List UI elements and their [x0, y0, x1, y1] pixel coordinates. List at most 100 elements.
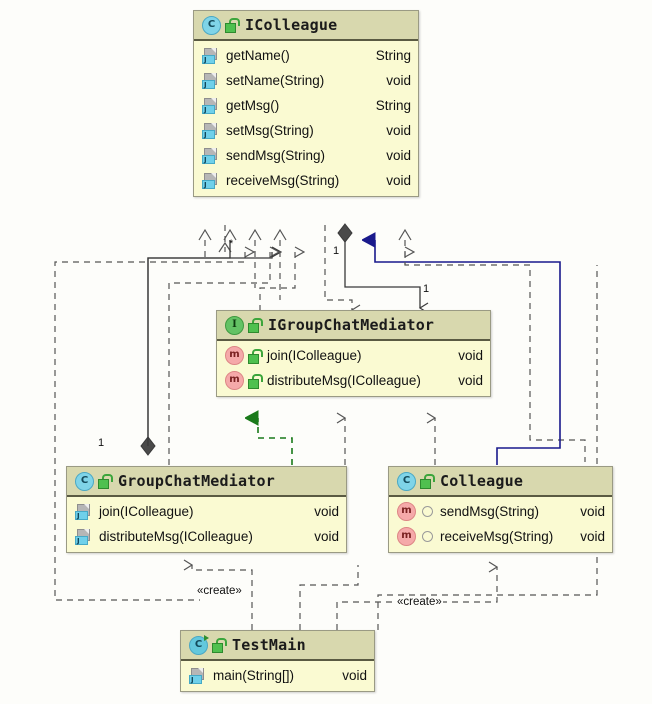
edge-dependency-center-down: [324, 225, 361, 316]
member-name: main(String[]): [213, 668, 295, 683]
member-type: void: [314, 504, 339, 519]
edge-aggregation-icolleague-mediator: [337, 223, 429, 314]
runnable-class-icon: C: [189, 634, 209, 655]
edge-create-groupchatmediator: [183, 559, 253, 630]
java-abstract-method-icon: J: [75, 528, 92, 545]
member-row[interactable]: m join(IColleague) void: [217, 343, 490, 368]
class-box-igroupchatmediator[interactable]: I IGroupChatMediator m join(IColleague) …: [216, 310, 491, 397]
interface-icon: I: [225, 315, 244, 335]
member-name: sendMsg(String): [440, 504, 540, 519]
unlocked-padlock-icon: [248, 318, 263, 333]
java-abstract-method-icon: J: [75, 503, 92, 520]
member-row[interactable]: J main(String[]) void: [181, 663, 374, 688]
stereotype-label-create-right: «create»: [396, 596, 443, 608]
java-abstract-method-icon: J: [202, 172, 219, 189]
member-type: void: [386, 173, 411, 188]
member-row[interactable]: J sendMsg(String) void: [194, 143, 418, 168]
edge-realization-groupchatmediator: [258, 418, 293, 465]
class-title-testmain: TestMain: [232, 636, 306, 654]
method-icon: m: [397, 502, 416, 521]
member-row[interactable]: m distributeMsg(IColleague) void: [217, 368, 490, 393]
member-type: void: [386, 73, 411, 88]
java-abstract-method-icon: J: [189, 667, 206, 684]
member-type: void: [314, 529, 339, 544]
member-row[interactable]: J setName(String) void: [194, 68, 418, 93]
member-name: getMsg(): [226, 98, 280, 113]
uml-diagram-canvas: C IColleague J getName() String J setNam…: [0, 0, 652, 704]
unlocked-padlock-icon: [98, 474, 113, 489]
java-abstract-method-icon: J: [202, 47, 219, 64]
class-icon: C: [202, 15, 221, 35]
multiplicity-label-mediator: 1: [423, 283, 430, 295]
method-icon: m: [397, 527, 416, 546]
class-title-igroupchatmediator: IGroupChatMediator: [268, 316, 435, 334]
member-name: join(IColleague): [99, 504, 194, 519]
member-name: distributeMsg(IColleague): [99, 529, 253, 544]
member-name: sendMsg(String): [226, 148, 326, 163]
member-type: void: [342, 668, 367, 683]
class-members-colleague: m sendMsg(String) void m receiveMsg(Stri…: [389, 497, 612, 552]
member-row[interactable]: J receiveMsg(String) void: [194, 168, 418, 193]
method-icon: m: [225, 371, 244, 390]
stereotype-label-create-left: «create»: [196, 585, 243, 597]
member-row[interactable]: J setMsg(String) void: [194, 118, 418, 143]
member-type: void: [458, 373, 483, 388]
class-members-icolleague: J getName() String J setName(String) voi…: [194, 41, 418, 196]
member-name: setMsg(String): [226, 123, 314, 138]
member-type: void: [386, 148, 411, 163]
member-type: void: [580, 529, 605, 544]
member-row[interactable]: m sendMsg(String) void: [389, 499, 612, 524]
member-row[interactable]: J join(IColleague) void: [67, 499, 346, 524]
unlocked-padlock-icon: [212, 638, 227, 653]
class-members-groupchatmediator: J join(IColleague) void J distributeMsg(…: [67, 497, 346, 552]
class-icon: C: [397, 471, 416, 491]
class-header-testmain: C TestMain: [181, 631, 374, 661]
multiplicity-label-star: *: [229, 238, 234, 250]
member-row[interactable]: J getName() String: [194, 43, 418, 68]
class-title-groupchatmediator: GroupChatMediator: [118, 472, 275, 490]
class-header-igroupchatmediator: I IGroupChatMediator: [217, 311, 490, 341]
member-type: String: [375, 98, 411, 113]
class-title-icolleague: IColleague: [245, 16, 338, 34]
class-box-testmain[interactable]: C TestMain J main(String[]) void: [180, 630, 375, 692]
member-row[interactable]: J getMsg() String: [194, 93, 418, 118]
java-abstract-method-icon: J: [202, 72, 219, 89]
class-title-colleague: Colleague: [440, 472, 524, 490]
multiplicity-label-aggregation-top: 1: [333, 245, 340, 257]
member-name: getName(): [226, 48, 290, 63]
member-row[interactable]: J distributeMsg(IColleague) void: [67, 524, 346, 549]
package-private-icon: [422, 506, 433, 517]
icolleague-incoming-stems: [204, 240, 406, 300]
java-abstract-method-icon: J: [202, 147, 219, 164]
member-type: void: [386, 123, 411, 138]
java-abstract-method-icon: J: [202, 97, 219, 114]
method-icon: m: [225, 346, 244, 365]
unlocked-padlock-icon: [248, 373, 263, 389]
member-name: setName(String): [226, 73, 325, 88]
member-type: void: [458, 348, 483, 363]
member-name: distributeMsg(IColleague): [267, 373, 421, 388]
class-header-icolleague: C IColleague: [194, 11, 418, 41]
edge-dependency-icolleague-to-igroupchat: [259, 252, 295, 312]
java-abstract-method-icon: J: [202, 122, 219, 139]
class-box-colleague[interactable]: C Colleague m sendMsg(String) void m rec…: [388, 466, 613, 553]
member-type: String: [375, 48, 411, 63]
member-name: receiveMsg(String): [226, 173, 340, 188]
unlocked-padlock-icon: [225, 18, 240, 33]
unlocked-padlock-icon: [248, 348, 263, 364]
class-members-testmain: J main(String[]) void: [181, 661, 374, 691]
class-icon: C: [75, 471, 94, 491]
class-box-groupchatmediator[interactable]: C GroupChatMediator J join(IColleague) v…: [66, 466, 347, 553]
member-type: void: [580, 504, 605, 519]
unlocked-padlock-icon: [420, 474, 435, 489]
package-private-icon: [422, 531, 433, 542]
member-row[interactable]: m receiveMsg(String) void: [389, 524, 612, 549]
multiplicity-label-aggregation-bottom: 1: [98, 437, 105, 449]
class-header-colleague: C Colleague: [389, 467, 612, 497]
class-box-icolleague[interactable]: C IColleague J getName() String J setNam…: [193, 10, 419, 197]
member-name: join(IColleague): [267, 348, 362, 363]
class-header-groupchatmediator: C GroupChatMediator: [67, 467, 346, 497]
edge-dependency-testmain-right-outer: [377, 265, 598, 630]
member-name: receiveMsg(String): [440, 529, 554, 544]
class-members-igroupchatmediator: m join(IColleague) void m distributeMsg(…: [217, 341, 490, 396]
